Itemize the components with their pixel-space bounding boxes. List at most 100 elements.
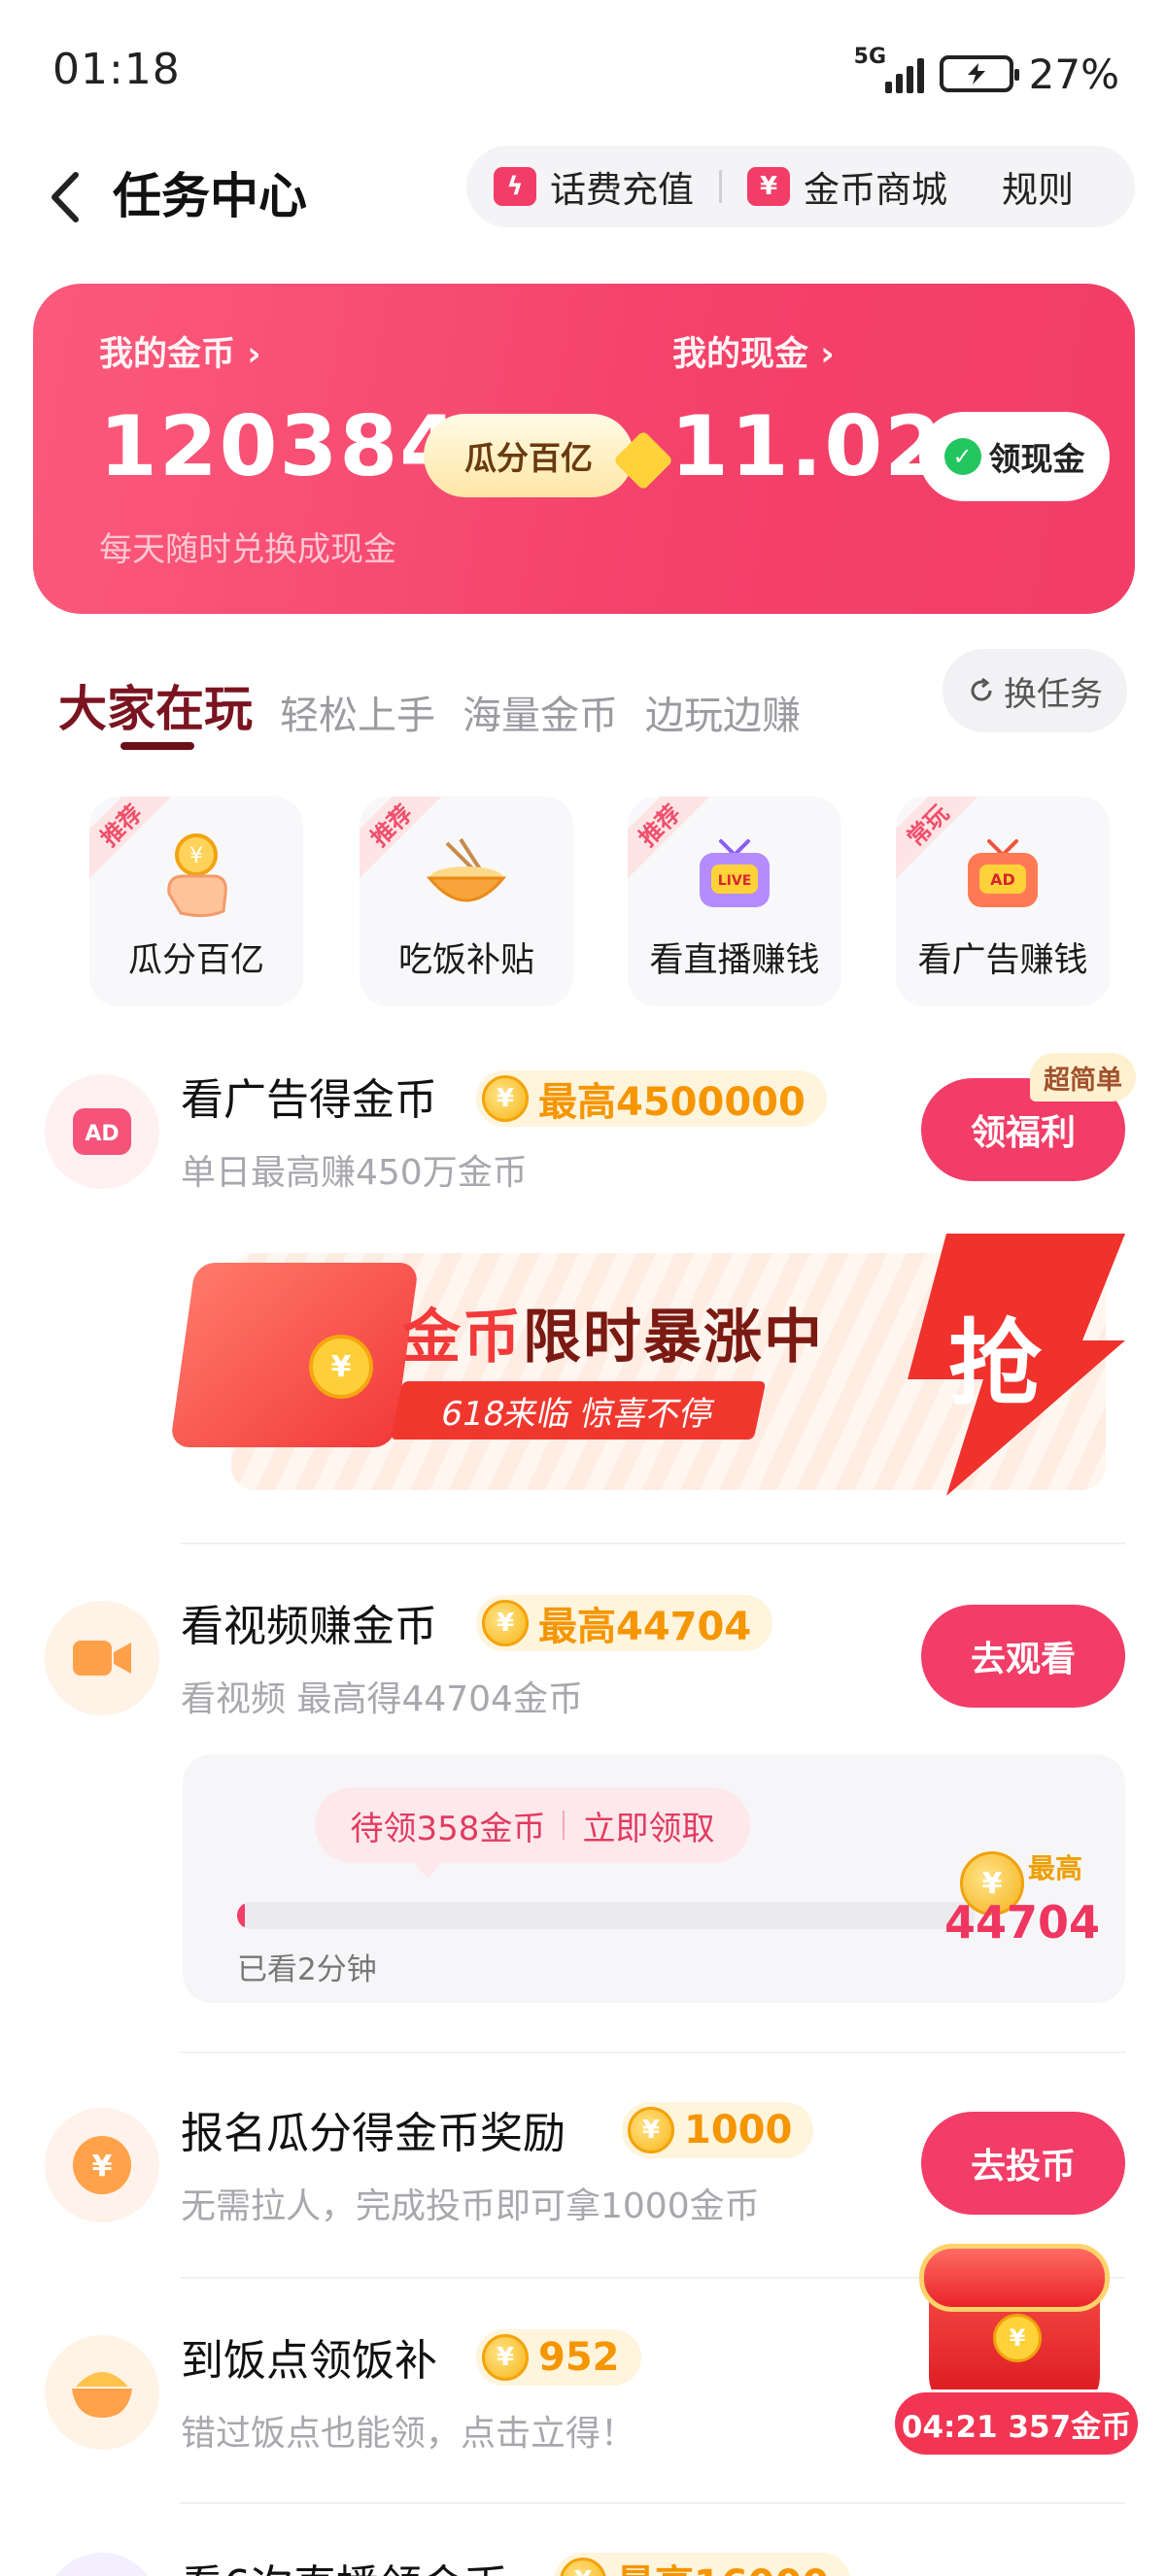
- swap-tasks-button[interactable]: 换任务: [943, 649, 1127, 732]
- live-task-icon: [45, 2553, 159, 2576]
- svg-text:¥: ¥: [189, 844, 203, 868]
- coin-icon: ¥: [309, 1335, 373, 1399]
- task-title: 看广告得金币: [181, 1075, 437, 1125]
- exchange-tip: 每天随时兑换成现金: [99, 530, 396, 569]
- reward-pill: ¥ 最高4500000: [476, 1070, 827, 1127]
- pending-coins: 待领358金币: [350, 1809, 546, 1848]
- svg-text:AD: AD: [85, 1122, 119, 1146]
- lightning-icon: ϟ: [494, 167, 536, 206]
- task-title: 报名瓜分得金币奖励: [181, 2109, 566, 2158]
- grab-label: 抢: [948, 1309, 1042, 1418]
- task-desc: 错过饭点也能领，点击立得！: [181, 2414, 636, 2454]
- reward-value: 最高4500000: [538, 1080, 806, 1125]
- reward-value: 最高44704: [538, 1605, 752, 1649]
- grid-item-watch-ads[interactable]: 常玩 AD 看广告赚钱: [896, 797, 1110, 1006]
- banner-headline: 金币限时暴涨中: [402, 1290, 824, 1374]
- progress-fill: [237, 1902, 245, 1929]
- grid-label: 看直播赚钱: [649, 941, 820, 980]
- promo-banner[interactable]: ¥ 金币限时暴涨中 618来临 惊喜不停 抢: [169, 1234, 1125, 1496]
- task-tabs: 大家在玩 轻松上手 海量金币 边玩边赚: [58, 653, 801, 740]
- video-camera-icon: [73, 1641, 131, 1676]
- feature-grid: 推荐 ¥ 瓜分百亿 推荐 吃饭补贴 推荐 LIVE 看直播赚钱 常玩 AD 看广…: [89, 797, 1119, 1010]
- coin-icon: ¥: [482, 1600, 529, 1646]
- task-title: 到饭点领饭补: [181, 2336, 437, 2386]
- recharge-label: 话费充值: [550, 169, 694, 211]
- go-vote-button[interactable]: 去投币: [921, 2112, 1125, 2215]
- coin-icon: ¥: [993, 2314, 1042, 2362]
- coin-icon: ¥: [482, 2334, 529, 2381]
- reward-value: 最高16000: [616, 2553, 829, 2576]
- grid-item-share-billions[interactable]: 推荐 ¥ 瓜分百亿: [89, 797, 303, 1006]
- divider: [719, 170, 722, 203]
- chevron-left-icon: [51, 172, 79, 222]
- rice-bowl-icon: [72, 2372, 132, 2418]
- rules-link[interactable]: 规则: [1002, 160, 1074, 213]
- recharge-button[interactable]: ϟ 话费充值: [494, 160, 694, 213]
- divider: [563, 1811, 566, 1840]
- tab-play-and-earn[interactable]: 边玩边赚: [645, 684, 801, 740]
- grid-item-watch-live[interactable]: 推荐 LIVE 看直播赚钱: [628, 797, 841, 1006]
- withdraw-cash-label: 领现金: [988, 440, 1085, 478]
- grid-item-meal-subsidy[interactable]: 推荐 吃饭补贴: [360, 797, 573, 1006]
- tab-massive-coins[interactable]: 海量金币: [463, 684, 618, 740]
- coin-mall-label: 金币商城: [804, 169, 947, 211]
- my-cash-label: 我的现金: [672, 335, 809, 374]
- coin-icon: ¥: [560, 2558, 606, 2576]
- noodle-bowl-icon: [426, 837, 507, 902]
- my-coins-link[interactable]: 我的金币 ›: [99, 326, 261, 376]
- watch-progress-bar: [237, 1902, 976, 1929]
- divider: [181, 2502, 1125, 2504]
- reward-pill: ¥ 952: [476, 2329, 641, 2386]
- my-coins-label: 我的金币: [99, 335, 236, 374]
- max-label: 最高: [1028, 1852, 1083, 1884]
- signup-task-icon: ¥: [45, 2108, 159, 2222]
- max-value: 44704: [944, 1896, 1101, 1949]
- banner-headline-accent: 金币: [402, 1304, 523, 1372]
- battery-icon: [939, 55, 1019, 92]
- meal-task-icon: [45, 2335, 159, 2450]
- wallet-card: 我的金币 › 120384 瓜分百亿 我的现金 › 11.02 ✓ 领现金 每天…: [33, 284, 1135, 614]
- red-envelope-icon: [169, 1263, 420, 1447]
- super-easy-badge: 超简单: [1030, 1053, 1136, 1102]
- tab-easy[interactable]: 轻松上手: [280, 684, 435, 740]
- claim-now-link[interactable]: 立即领取: [582, 1802, 714, 1849]
- battery-percent: 27%: [1028, 50, 1119, 98]
- yen-icon: ¥: [747, 167, 790, 206]
- gift-countdown: 04:21 357金币: [892, 2390, 1141, 2457]
- live-tv-icon: LIVE: [700, 839, 770, 907]
- signal-icon: 5G: [854, 45, 924, 97]
- tab-popular[interactable]: 大家在玩: [58, 670, 253, 740]
- coin-mall-button[interactable]: ¥ 金币商城: [747, 160, 947, 213]
- reward-value: 1000: [684, 2108, 793, 2152]
- task-desc: 单日最高赚450万金币: [181, 1153, 528, 1193]
- reward-value: 952: [538, 2335, 620, 2380]
- divider: [181, 2051, 1125, 2053]
- top-bar: 任务中心 ϟ 话费充值 ¥ 金币商城 规则: [0, 146, 1166, 262]
- floating-gift[interactable]: ¥ 04:21 357金币: [892, 2244, 1141, 2457]
- withdraw-cash-button[interactable]: ✓ 领现金: [919, 412, 1110, 501]
- my-cash-link[interactable]: 我的现金 ›: [672, 326, 835, 376]
- swap-tasks-label: 换任务: [1004, 674, 1103, 714]
- grid-label: 看广告赚钱: [917, 941, 1088, 980]
- pending-coins-bubble[interactable]: 待领358金币 立即领取: [315, 1787, 750, 1879]
- page-title: 任务中心: [113, 168, 307, 224]
- go-watch-button[interactable]: 去观看: [921, 1605, 1125, 1708]
- refresh-icon: [971, 677, 992, 701]
- video-task-icon: [45, 1601, 159, 1715]
- video-progress-card: 待领358金币 立即领取 已看2分钟 ¥ 最高 44704: [183, 1754, 1125, 2003]
- back-button[interactable]: [39, 163, 97, 231]
- wechat-icon: ✓: [943, 438, 981, 475]
- gift-lid: [919, 2244, 1110, 2312]
- task-desc: 无需拉人，完成投币即可拿1000金币: [181, 2186, 760, 2226]
- svg-text:¥: ¥: [92, 2150, 113, 2184]
- share-billions-button[interactable]: 瓜分百亿: [424, 414, 634, 497]
- reward-pill: ¥ 最高16000: [554, 2553, 851, 2576]
- coin-icon: ¥: [482, 1075, 529, 1122]
- reward-pill: ¥ 1000: [622, 2102, 814, 2158]
- task-title: 看视频赚金币: [181, 1602, 437, 1651]
- task-title: 看6次直播领金币: [181, 2551, 507, 2576]
- coins-value: 120384: [99, 398, 461, 495]
- quick-actions: ϟ 话费充值 ¥ 金币商城 规则: [466, 146, 1135, 227]
- task-desc: 看视频 最高得44704金币: [181, 1679, 583, 1719]
- tab-indicator: [120, 742, 194, 750]
